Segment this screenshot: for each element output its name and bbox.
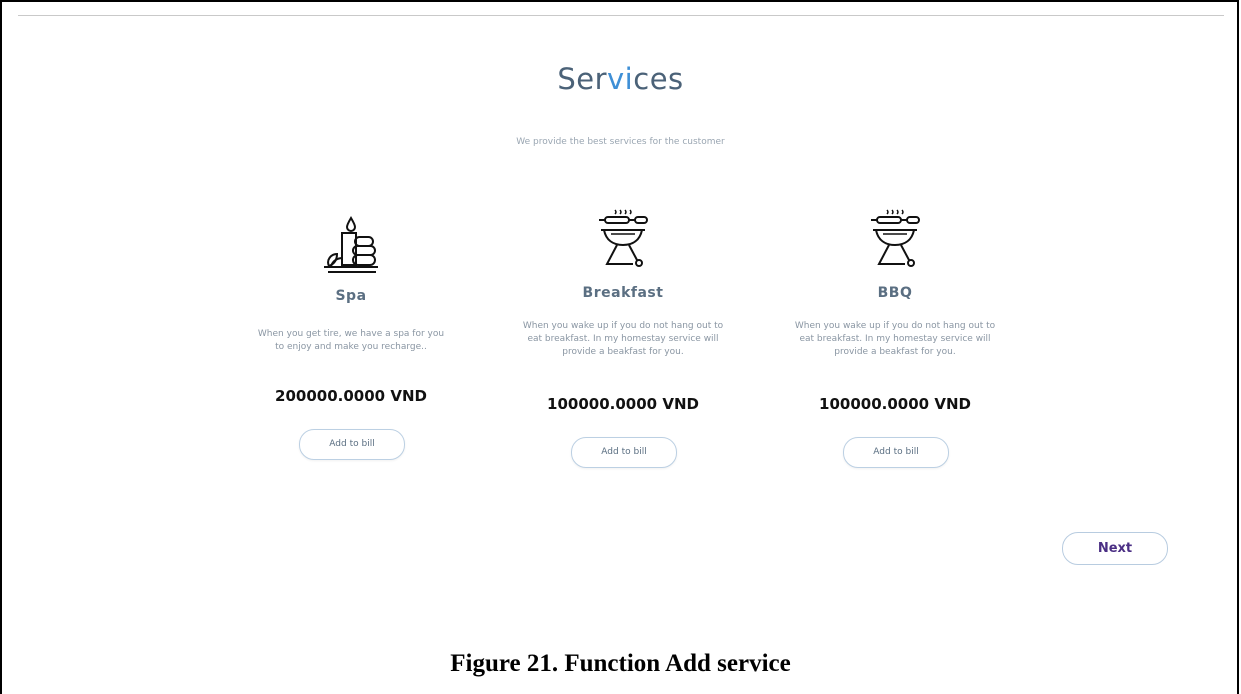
service-description: When you wake up if you do not hang out …	[794, 321, 996, 357]
add-to-bill-button[interactable]: Add to bill	[571, 437, 677, 468]
add-to-bill-button[interactable]: Add to bill	[299, 429, 405, 460]
service-price: 100000.0000 VND	[819, 395, 971, 413]
service-name: BBQ	[877, 285, 913, 301]
service-card-spa: Spa When you get tire, we have a spa for…	[236, 200, 466, 470]
service-price: 200000.0000 VND	[275, 387, 427, 405]
spa-icon	[324, 216, 378, 273]
top-divider	[18, 15, 1224, 16]
service-card-breakfast: Breakfast When you wake up if you do not…	[508, 200, 738, 470]
add-to-bill-button[interactable]: Add to bill	[843, 437, 949, 468]
service-price: 100000.0000 VND	[547, 395, 699, 413]
next-button[interactable]: Next	[1062, 532, 1168, 565]
page-subtitle: We provide the best services for the cus…	[516, 137, 725, 147]
service-description: When you get tire, we have a spa for you…	[257, 329, 445, 352]
page-title: Services	[557, 62, 684, 96]
barbecue-grill-icon	[871, 209, 920, 267]
service-description: When you wake up if you do not hang out …	[522, 321, 724, 357]
service-name: Breakfast	[582, 285, 664, 301]
service-name: Spa	[335, 288, 367, 304]
service-card-bbq: BBQ When you wake up if you do not hang …	[780, 200, 1010, 470]
figure-caption: Figure 21. Function Add service	[450, 650, 791, 677]
barbecue-grill-icon	[599, 209, 648, 267]
